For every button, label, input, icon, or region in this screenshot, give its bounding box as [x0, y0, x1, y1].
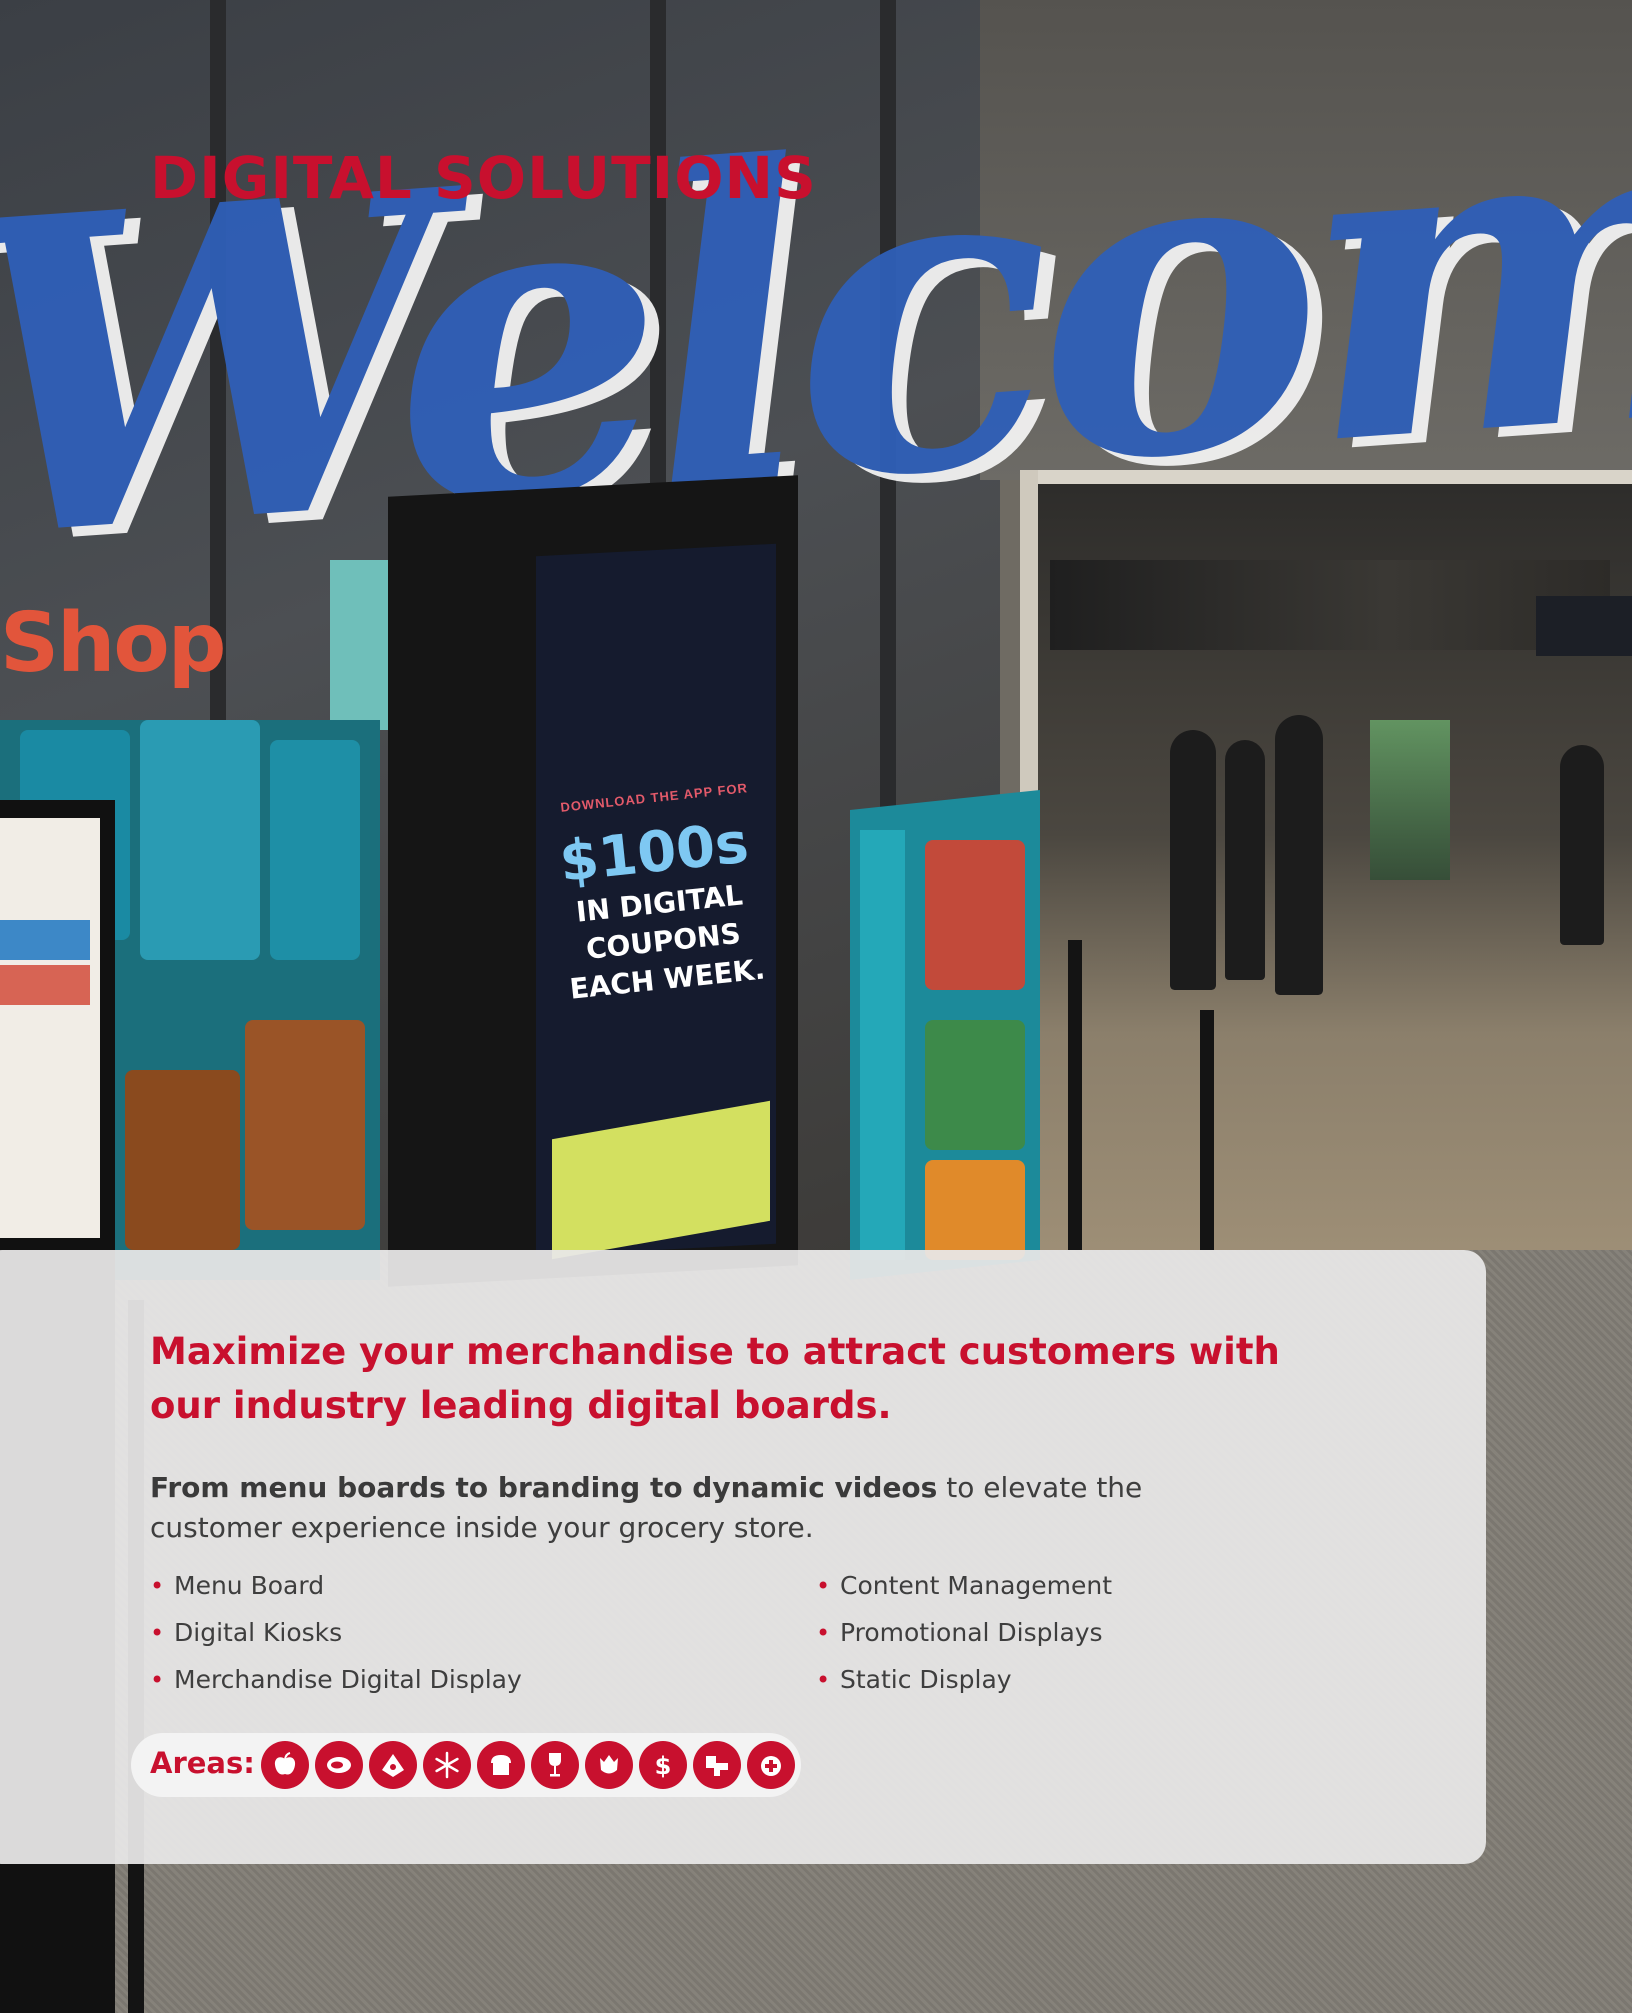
apple-icon — [261, 1741, 309, 1789]
areas-pill: Areas: $ — [131, 1733, 801, 1797]
feature-list-right: Content Management Promotional Displays … — [816, 1567, 1112, 1708]
stanchion-post — [1200, 1010, 1214, 1250]
bread-icon — [477, 1741, 525, 1789]
feature-list-left: Menu Board Digital Kiosks Merchandise Di… — [150, 1567, 522, 1708]
chip-bag — [245, 1020, 365, 1230]
shopper — [1560, 745, 1604, 945]
endcap-display-stripe — [860, 830, 905, 1260]
feature-item: Menu Board — [150, 1567, 522, 1614]
kiosk-screen-text: $100s IN DIGITAL COUPONS EACH WEEK. — [551, 810, 769, 1009]
chip-bag — [925, 840, 1025, 990]
areas-label: Areas: — [150, 1746, 255, 1780]
description-bold: From menu boards to branding to dynamic … — [150, 1471, 938, 1504]
chip-bag — [925, 1020, 1025, 1150]
page-title: DIGITAL SOLUTIONS — [150, 144, 817, 212]
menu-sign — [0, 818, 100, 1238]
shop-window-graphic: Shop — [0, 596, 226, 691]
deli-icon — [369, 1741, 417, 1789]
shopper — [1275, 715, 1323, 995]
snowflake-icon — [423, 1741, 471, 1789]
entrance-frame — [1020, 470, 1632, 484]
pharmacy-icon — [693, 1741, 741, 1789]
meat-icon — [315, 1741, 363, 1789]
svg-text:$: $ — [655, 1752, 672, 1780]
shopper — [1225, 740, 1265, 980]
stanchion-post — [1068, 940, 1082, 1250]
feature-item: Merchandise Digital Display — [150, 1661, 522, 1708]
chip-bag — [125, 1070, 240, 1250]
menu-sign-price — [0, 965, 90, 1005]
health-icon — [747, 1741, 795, 1789]
panel-description: From menu boards to branding to dynamic … — [150, 1468, 1250, 1548]
feature-item: Static Display — [816, 1661, 1112, 1708]
chip-bag — [925, 1160, 1025, 1260]
menu-sign-banner — [0, 920, 90, 960]
wine-glass-icon — [531, 1741, 579, 1789]
feature-item: Digital Kiosks — [150, 1614, 522, 1661]
store-cooler — [1370, 720, 1450, 880]
feature-item: Promotional Displays — [816, 1614, 1112, 1661]
chip-bag — [140, 720, 260, 960]
store-interior-ceiling — [1050, 560, 1610, 650]
panel-subheading: Maximize your merchandise to attract cus… — [150, 1330, 1280, 1427]
chip-bag — [270, 740, 360, 960]
dollar-icon: $ — [639, 1741, 687, 1789]
store-aisle-sign — [1536, 596, 1632, 656]
flower-icon — [585, 1741, 633, 1789]
shopper — [1170, 730, 1216, 990]
feature-item: Content Management — [816, 1567, 1112, 1614]
